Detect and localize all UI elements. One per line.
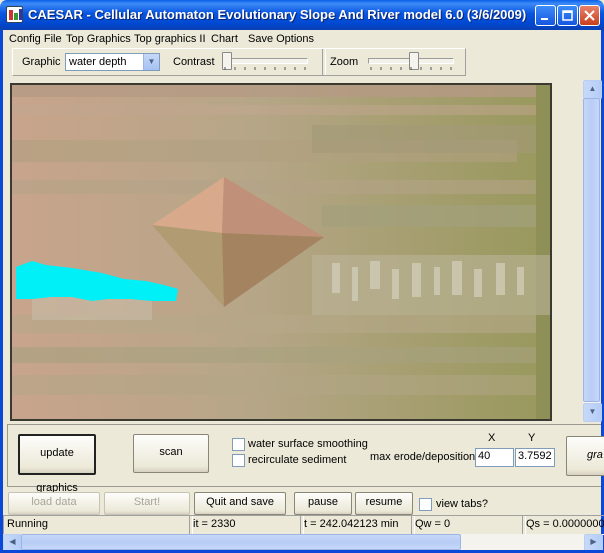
- recirculate-sediment-label: recirculate sediment: [248, 454, 347, 466]
- status-qs: Qs = 0.00000000: [522, 515, 604, 535]
- water-surface-smoothing-checkbox[interactable]: [232, 438, 245, 451]
- view-tabs-label: view tabs?: [436, 498, 488, 510]
- menu-config-file[interactable]: Config File: [6, 32, 65, 47]
- recirculate-sediment-checkbox[interactable]: [232, 454, 245, 467]
- graph-button[interactable]: gra: [566, 436, 604, 476]
- window-title: CAESAR - Cellular Automaton Evolutionary…: [28, 7, 528, 22]
- max-erode-label: max erode/deposition: [370, 451, 476, 463]
- pause-button[interactable]: pause: [294, 492, 352, 515]
- x-header: X: [488, 432, 496, 444]
- app-icon: [6, 6, 23, 23]
- chevron-down-icon[interactable]: ▼: [143, 54, 159, 70]
- contrast-slider-ticks: [224, 67, 306, 70]
- water-surface-smoothing-label: water surface smoothing: [248, 438, 368, 450]
- menu-top-graphics[interactable]: Top Graphics: [63, 32, 134, 47]
- maximize-icon[interactable]: [557, 5, 578, 26]
- graphic-label: Graphic: [22, 56, 61, 68]
- scroll-down-icon[interactable]: ▼: [583, 403, 602, 422]
- status-time: t = 242.042123 min: [300, 515, 415, 535]
- quit-and-save-button[interactable]: Quit and save: [194, 492, 286, 515]
- close-icon[interactable]: [579, 5, 600, 26]
- load-data-button[interactable]: load data: [8, 492, 100, 515]
- graphic-select-value: water depth: [69, 56, 127, 68]
- contrast-label: Contrast: [173, 56, 215, 68]
- view-tabs-checkbox[interactable]: [419, 498, 432, 511]
- scroll-up-icon[interactable]: ▲: [583, 80, 602, 99]
- horizontal-scroll-thumb[interactable]: [21, 534, 461, 550]
- zoom-slider-ticks: [370, 67, 452, 70]
- update-graphics-button[interactable]: update graphics: [18, 434, 96, 494]
- window-frame-left: [0, 30, 3, 553]
- resume-button[interactable]: resume: [355, 492, 413, 515]
- status-bar: Running it = 2330 t = 242.042123 min Qw …: [3, 515, 604, 535]
- status-state: Running: [3, 515, 193, 535]
- start-button[interactable]: Start!: [104, 492, 190, 515]
- toolbar-separator: [322, 49, 326, 75]
- menu-chart[interactable]: Chart: [208, 32, 241, 47]
- control-panel: update graphics scan water surface smoot…: [7, 424, 604, 494]
- menu-bar: Config File Top Graphics Top graphics II…: [3, 30, 601, 49]
- scan-button[interactable]: scan: [133, 434, 209, 473]
- menu-top-graphics-ii[interactable]: Top graphics II: [131, 32, 209, 47]
- graphic-select[interactable]: water depth ▼: [65, 53, 160, 71]
- contrast-slider-track: [222, 58, 308, 64]
- menu-save-options[interactable]: Save Options: [245, 32, 317, 47]
- zoom-slider[interactable]: [366, 52, 456, 72]
- simulation-canvas[interactable]: [10, 83, 552, 421]
- vertical-scrollbar[interactable]: ▲ ▼: [583, 80, 602, 422]
- x-value-field[interactable]: 40: [475, 448, 514, 467]
- zoom-label: Zoom: [330, 56, 359, 68]
- y-value-field[interactable]: 3.7592: [515, 448, 555, 467]
- vertical-scroll-thumb[interactable]: [583, 98, 600, 402]
- horizontal-scrollbar[interactable]: ◀ ▶: [3, 534, 603, 552]
- contrast-slider[interactable]: [220, 52, 310, 72]
- status-qw: Qw = 0: [411, 515, 526, 535]
- graphics-toolbar: Graphic water depth ▼ Contrast Zoom: [12, 48, 466, 76]
- minimize-icon[interactable]: [535, 5, 556, 26]
- y-header: Y: [528, 432, 536, 444]
- status-iteration: it = 2330: [189, 515, 304, 535]
- terrain-image: [12, 85, 550, 419]
